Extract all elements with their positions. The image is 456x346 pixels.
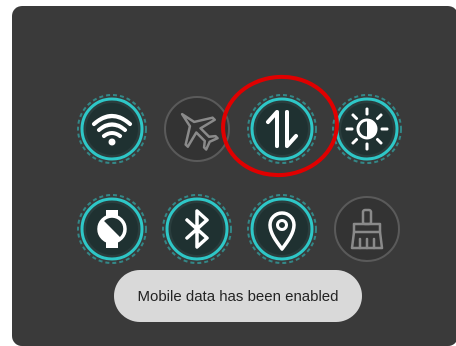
location-icon bbox=[247, 194, 317, 264]
bluetooth-toggle[interactable] bbox=[160, 192, 234, 266]
wifi-icon bbox=[77, 94, 147, 164]
cleaner-toggle[interactable] bbox=[330, 192, 404, 266]
toast-message: Mobile data has been enabled bbox=[137, 287, 339, 305]
auto-rotate-toggle[interactable] bbox=[75, 192, 149, 266]
bluetooth-icon bbox=[162, 194, 232, 264]
brightness-toggle[interactable] bbox=[330, 92, 404, 166]
location-toggle[interactable] bbox=[245, 192, 319, 266]
screen: Mobile data has been enabled bbox=[0, 0, 456, 346]
broom-icon bbox=[334, 196, 400, 262]
brightness-icon bbox=[332, 94, 402, 164]
wifi-toggle[interactable] bbox=[75, 92, 149, 166]
watch-icon bbox=[77, 194, 147, 264]
highlight-annotation bbox=[221, 74, 339, 178]
toast-notification: Mobile data has been enabled bbox=[114, 270, 362, 322]
